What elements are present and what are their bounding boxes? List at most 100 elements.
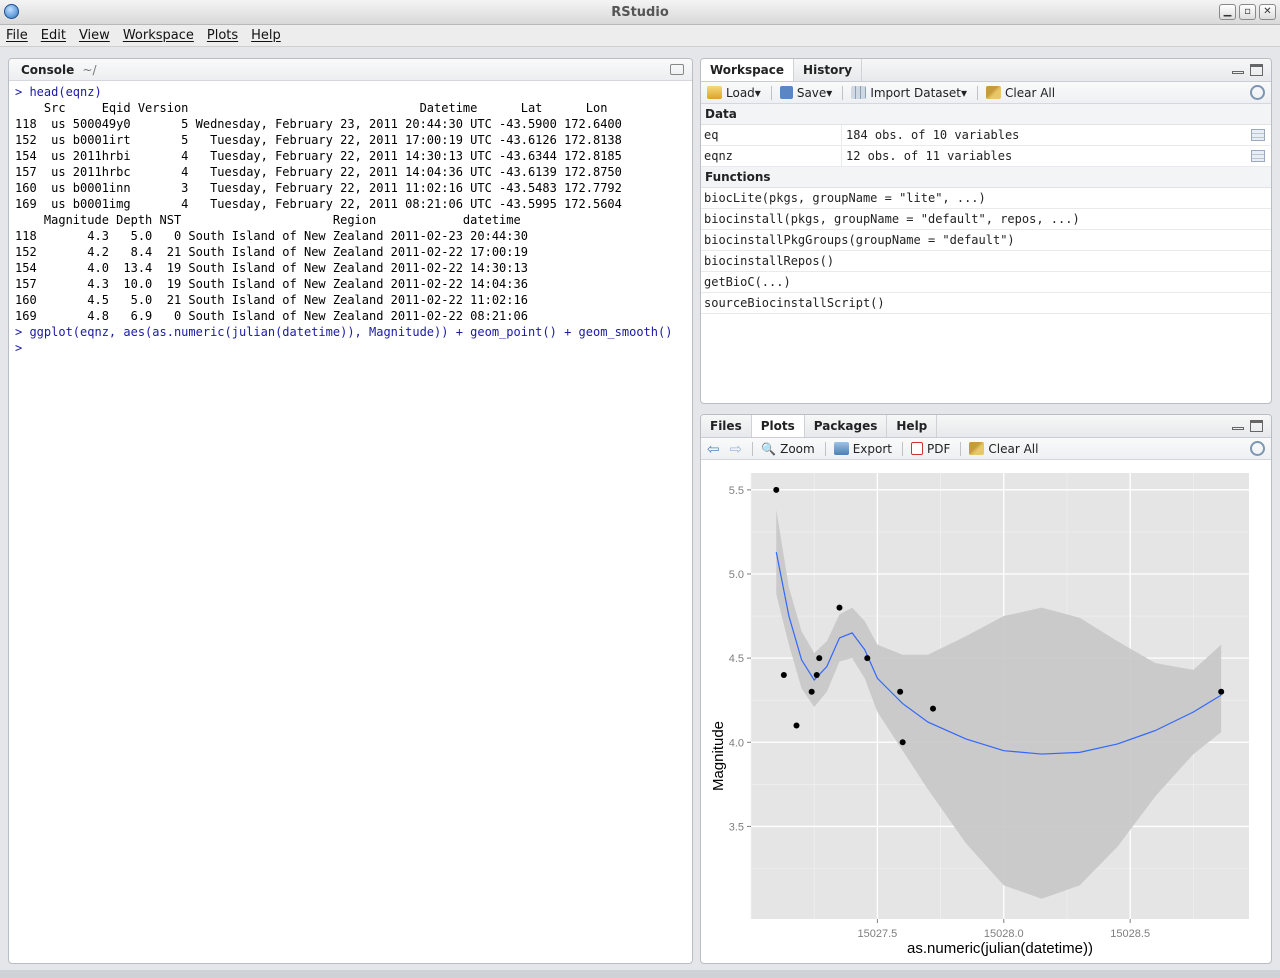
console-output-line: 154 us 2011hrbi 4 Tuesday, February 22, … bbox=[15, 149, 622, 163]
data-point bbox=[816, 655, 823, 662]
minimize-pane-icon[interactable] bbox=[1232, 71, 1244, 74]
toolbar-separator bbox=[842, 85, 844, 100]
folder-open-icon bbox=[707, 86, 722, 99]
data-value: 12 obs. of 11 variables bbox=[846, 149, 1013, 163]
console-output-line: 169 us b0001img 4 Tuesday, February 22, … bbox=[15, 197, 622, 211]
load-button[interactable]: Load ▾ bbox=[707, 86, 761, 100]
console-output-line: 118 4.3 5.0 0 South Island of New Zealan… bbox=[15, 229, 528, 243]
menu-file[interactable]: File bbox=[6, 25, 35, 46]
function-row[interactable]: biocLite(pkgs, groupName = "lite", ...) bbox=[701, 188, 1271, 209]
console-output[interactable]: > head(eqnz) Src Eqid Version Datetime L… bbox=[9, 81, 692, 359]
console-title: Console bbox=[21, 63, 75, 77]
console-output-line: Magnitude Depth NST Region datetime bbox=[15, 213, 521, 227]
broom-icon bbox=[969, 442, 985, 455]
function-signature: sourceBiocinstallScript() bbox=[704, 296, 885, 310]
function-row[interactable]: biocinstallPkgGroups(groupName = "defaul… bbox=[701, 230, 1271, 251]
maximize-pane-icon[interactable] bbox=[1250, 64, 1263, 76]
function-row[interactable]: getBioC(...) bbox=[701, 272, 1271, 293]
menu-workspace[interactable]: Workspace bbox=[123, 25, 201, 46]
close-window-button[interactable]: ✕ bbox=[1259, 4, 1276, 20]
previous-plot-button[interactable]: ⇦ bbox=[707, 440, 720, 458]
console-output-line: 152 us b0001irt 5 Tuesday, February 22, … bbox=[15, 133, 622, 147]
view-data-icon[interactable] bbox=[1251, 150, 1265, 162]
data-section-heading: Data bbox=[701, 104, 1271, 125]
tab-help[interactable]: Help bbox=[887, 415, 938, 437]
console-output-line: 157 us 2011hrbc 4 Tuesday, February 22, … bbox=[15, 165, 622, 179]
console-output-line: 160 4.5 5.0 21 South Island of New Zeala… bbox=[15, 293, 528, 307]
minimize-window-button[interactable]: ▁ bbox=[1219, 4, 1236, 20]
refresh-icon[interactable] bbox=[1250, 441, 1265, 456]
save-dropdown-icon: ▾ bbox=[826, 85, 833, 100]
tab-files[interactable]: Files bbox=[701, 415, 752, 437]
function-signature: biocinstallPkgGroups(groupName = "defaul… bbox=[704, 233, 1015, 247]
data-point bbox=[897, 688, 904, 695]
function-row[interactable]: biocinstallRepos() bbox=[701, 251, 1271, 272]
clear-all-plots-button[interactable]: Clear All bbox=[969, 442, 1038, 456]
status-bar bbox=[0, 970, 1280, 978]
data-point bbox=[1218, 688, 1225, 695]
export-button[interactable]: Export bbox=[833, 441, 892, 456]
load-dropdown-icon: ▾ bbox=[754, 85, 761, 100]
load-label: Load bbox=[726, 85, 755, 100]
toolbar-separator bbox=[770, 85, 772, 100]
console-path: ~/ bbox=[82, 63, 97, 77]
clear-all-label: Clear All bbox=[988, 441, 1039, 456]
console-output-line: 118 us 500049y0 5 Wednesday, February 23… bbox=[15, 117, 622, 131]
menu-view[interactable]: View bbox=[79, 25, 117, 46]
tab-history[interactable]: History bbox=[794, 59, 863, 81]
restore-pane-icon[interactable] bbox=[670, 64, 684, 75]
function-signature: getBioC(...) bbox=[704, 275, 791, 289]
broom-icon bbox=[986, 86, 1001, 99]
import-dataset-button[interactable]: Import Dataset ▾ bbox=[851, 86, 967, 100]
data-point bbox=[930, 705, 937, 712]
console-output-line: 154 4.0 13.4 19 South Island of New Zeal… bbox=[15, 261, 528, 275]
tab-workspace[interactable]: Workspace bbox=[701, 59, 795, 81]
export-label: Export bbox=[852, 441, 892, 456]
menu-edit[interactable]: Edit bbox=[41, 25, 73, 46]
menu-help[interactable]: Help bbox=[251, 25, 288, 46]
import-dropdown-icon: ▾ bbox=[960, 85, 967, 100]
y-axis-label: Magnitude bbox=[710, 721, 727, 791]
pdf-button[interactable]: PDF bbox=[910, 441, 951, 456]
menu-bar: File Edit View Workspace Plots Help bbox=[0, 25, 1280, 47]
workspace-pane: Workspace History Load ▾ Save ▾ Import Dat… bbox=[700, 58, 1272, 404]
workspace-tabs: Workspace History bbox=[701, 59, 1271, 82]
console-output-line: 160 us b0001inn 3 Tuesday, February 22, … bbox=[15, 181, 622, 195]
maximize-pane-icon[interactable] bbox=[1250, 420, 1263, 432]
import-table-icon bbox=[851, 86, 867, 99]
data-point bbox=[864, 655, 871, 662]
data-name: eq bbox=[701, 125, 842, 145]
console-command-line: > bbox=[15, 341, 23, 355]
function-row[interactable]: sourceBiocinstallScript() bbox=[701, 293, 1271, 314]
clear-all-workspace-button[interactable]: Clear All bbox=[986, 86, 1055, 100]
function-signature: biocLite(pkgs, groupName = "lite", ...) bbox=[704, 191, 986, 205]
function-signature: biocinstall(pkgs, groupName = "default",… bbox=[704, 212, 1080, 226]
workspace-toolbar: Load ▾ Save ▾ Import Dataset ▾ Clear All bbox=[701, 82, 1271, 104]
next-plot-button[interactable]: ⇨ bbox=[730, 440, 743, 458]
scatter-smooth-chart: 15027.5 15028.0 15028.5 3.5 4.0 4.5 5.0 5.5 as.n… bbox=[710, 473, 1249, 957]
zoom-icon: 🔍 bbox=[761, 441, 777, 456]
toolbar-separator bbox=[977, 85, 978, 100]
zoom-button[interactable]: 🔍 Zoom bbox=[761, 442, 815, 456]
save-button[interactable]: Save ▾ bbox=[779, 85, 833, 100]
view-data-icon[interactable] bbox=[1251, 129, 1265, 141]
pdf-label: PDF bbox=[926, 441, 951, 456]
files-tabs: Files Plots Packages Help bbox=[701, 415, 1271, 438]
console-output-line: 157 4.3 10.0 19 South Island of New Zeal… bbox=[15, 277, 528, 291]
tab-plots[interactable]: Plots bbox=[751, 415, 805, 437]
data-row-eqnz[interactable]: eqnz 12 obs. of 11 variables bbox=[701, 146, 1271, 167]
tab-packages[interactable]: Packages bbox=[805, 415, 888, 437]
function-signature: biocinstallRepos() bbox=[704, 254, 835, 268]
data-row-eq[interactable]: eq 184 obs. of 10 variables bbox=[701, 125, 1271, 146]
maximize-window-button[interactable]: ▫ bbox=[1239, 4, 1256, 20]
x-axis-label: as.numeric(julian(datetime)) bbox=[907, 940, 1093, 957]
refresh-icon[interactable] bbox=[1250, 85, 1265, 100]
zoom-label: Zoom bbox=[780, 441, 815, 456]
minimize-pane-icon[interactable] bbox=[1232, 427, 1244, 430]
y-tick-label: 3.5 bbox=[729, 821, 744, 833]
menu-plots[interactable]: Plots bbox=[207, 25, 245, 46]
function-row[interactable]: biocinstall(pkgs, groupName = "default",… bbox=[701, 209, 1271, 230]
data-point bbox=[836, 604, 843, 611]
data-name: eqnz bbox=[701, 146, 842, 166]
data-point bbox=[813, 671, 820, 678]
